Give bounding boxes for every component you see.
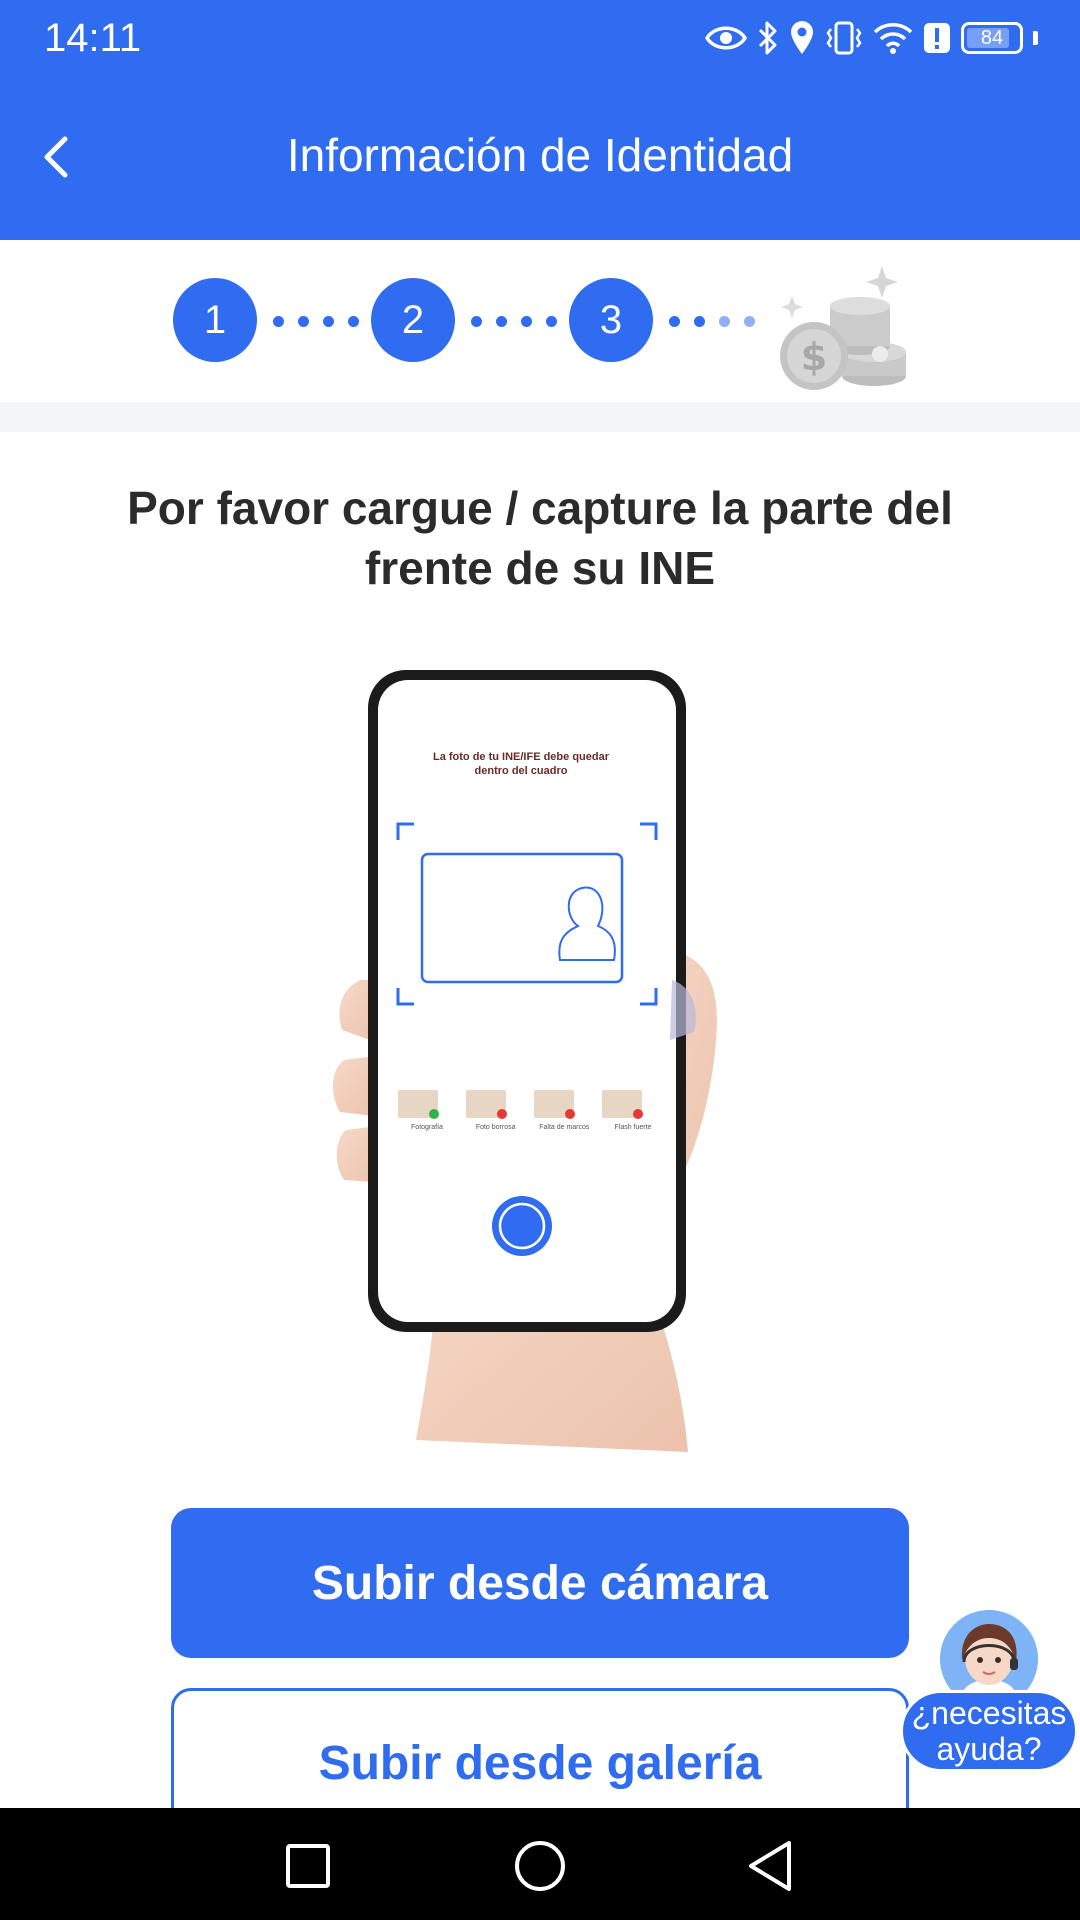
step-connector-2 (471, 316, 557, 327)
back-nav-button[interactable] (740, 1836, 800, 1896)
battery-icon: 84 (961, 22, 1023, 54)
recent-apps-button[interactable] (278, 1836, 338, 1896)
help-label: ¿necesitas ayuda? (900, 1690, 1078, 1772)
instruction-text: Por favor cargue / capture la parte del … (127, 482, 953, 594)
system-nav-bar (0, 1808, 1080, 1920)
battery-cap (1033, 31, 1038, 45)
step-1: 1 (173, 278, 257, 362)
example-labels: Fotografía Foto borrosa Falta de marcos … (394, 1124, 666, 1131)
triangle-back-icon (749, 1841, 791, 1891)
step-3: 3 (569, 278, 653, 362)
help-widget[interactable]: ¿necesitas ayuda? (900, 1610, 1080, 1774)
home-button[interactable] (510, 1836, 570, 1896)
square-icon (286, 1844, 330, 1888)
circle-icon (515, 1841, 565, 1891)
bluetooth-icon (758, 21, 777, 55)
step-connector-1 (273, 316, 359, 327)
hand-holding-phone-image (332, 670, 717, 1452)
example-label: Flash fuerte (614, 1124, 652, 1131)
step-2: 2 (371, 278, 455, 362)
status-bar: 14:11 84 (0, 0, 1080, 76)
wifi-icon (873, 23, 913, 54)
progress-steps: 1 2 3 $ (0, 240, 1080, 402)
battery-level: 84 (980, 26, 1004, 49)
location-icon (791, 21, 813, 54)
example-label: Foto borrosa (475, 1124, 516, 1131)
status-icons: 84 (705, 16, 1038, 60)
alert-icon (924, 23, 950, 53)
upload-from-camera-button[interactable]: Subir desde cámara (171, 1508, 909, 1658)
example-label: Falta de marcos (539, 1124, 590, 1131)
status-time: 14:11 (44, 16, 142, 60)
eye-icon (705, 26, 747, 50)
step-connector-3 (669, 316, 755, 327)
vibrate-icon (826, 21, 862, 55)
svg-text:$: $ (801, 335, 827, 379)
header: 14:11 84 Información de Identidad (0, 0, 1080, 240)
coins-icon: $ (780, 266, 906, 390)
section-divider (0, 402, 1080, 432)
phone-screen-caption: La foto de tu INE/IFE debe quedar dentro… (432, 751, 609, 777)
app-root: 14:11 84 Información de Identidad 1 2 3 … (0, 0, 1080, 1920)
phone-illustration: La foto de tu INE/IFE debe quedar dentro… (320, 660, 780, 1452)
page-title: Información de Identidad (286, 129, 794, 181)
example-label: Fotografía (411, 1124, 443, 1131)
